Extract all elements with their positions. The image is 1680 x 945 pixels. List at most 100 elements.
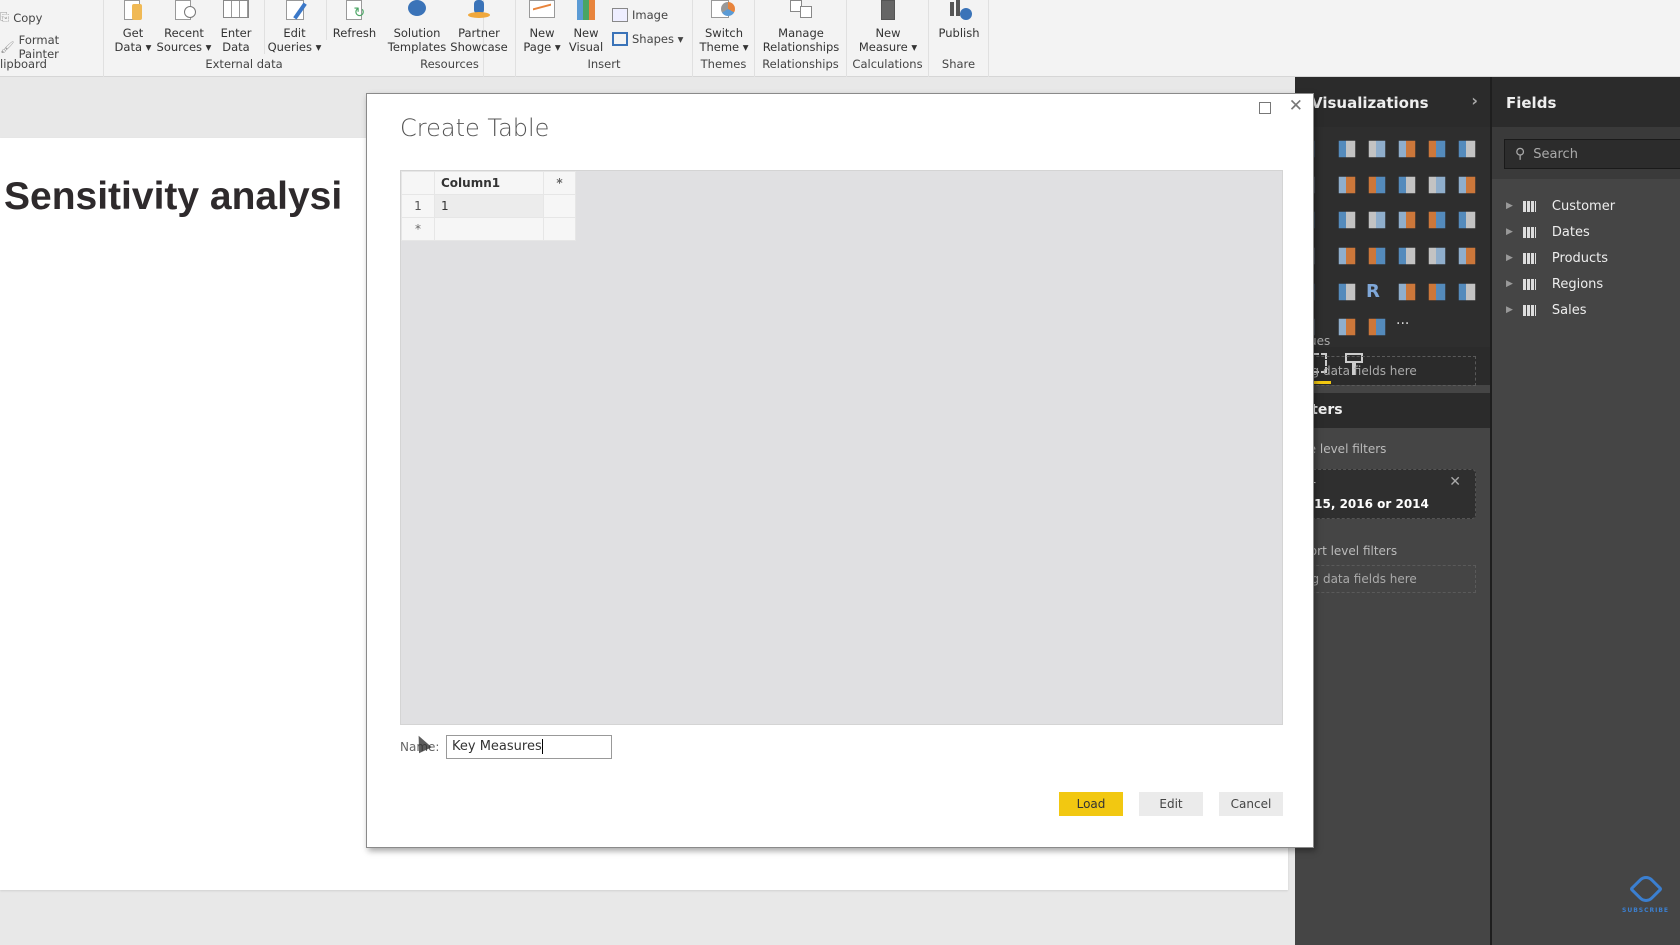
matrix2-icon[interactable]: [1458, 283, 1476, 300]
edit-button[interactable]: Edit: [1139, 792, 1203, 816]
more-icon[interactable]: ···: [1396, 316, 1418, 338]
get-data-button[interactable]: Get Data ▾: [108, 0, 158, 54]
insert-group-label: Insert: [587, 57, 621, 71]
new-measure-button[interactable]: New Measure ▾: [853, 0, 923, 54]
card-123-icon[interactable]: [1428, 247, 1446, 265]
external-data-group-label: External data: [205, 57, 283, 71]
stacked-area-icon[interactable]: [1368, 176, 1386, 193]
field-table-item[interactable]: ▶ Customer: [1492, 193, 1680, 219]
table-name-input[interactable]: Key Measures: [446, 735, 612, 759]
map-icon[interactable]: [1398, 212, 1416, 229]
new-page-button[interactable]: New Page ▾: [520, 0, 564, 54]
add-column-button[interactable]: *: [543, 171, 576, 195]
load-button[interactable]: Load: [1059, 792, 1123, 816]
refresh-icon: ↻: [340, 0, 370, 22]
format-painter-icon: 🖌: [0, 40, 15, 54]
new-visual-button[interactable]: New Visual: [564, 0, 608, 54]
themes-group: Switch Theme ▾ Themes: [693, 0, 755, 77]
edit-queries-button[interactable]: Edit Queries ▾: [264, 0, 324, 54]
multi-row-card-icon[interactable]: [1398, 247, 1416, 265]
solution-templates-button[interactable]: Solution Templates: [386, 0, 448, 54]
expand-caret-icon[interactable]: ▶: [1506, 305, 1513, 315]
publish-button[interactable]: Publish: [933, 0, 985, 40]
expand-caret-icon[interactable]: ▶: [1506, 253, 1513, 263]
report-filters-drop-zone[interactable]: Drag data fields here: [1295, 565, 1476, 593]
field-table-item[interactable]: ▶ Sales: [1492, 297, 1680, 323]
image-button[interactable]: Image: [612, 8, 668, 22]
shapes-button[interactable]: Shapes ▾: [612, 32, 683, 46]
values-drop-zone[interactable]: Drag data fields here: [1295, 356, 1476, 386]
refresh-button[interactable]: ↻ Refresh: [326, 0, 382, 40]
field-table-item[interactable]: ▶ Regions: [1492, 271, 1680, 297]
pie-chart-icon[interactable]: [1338, 212, 1356, 229]
globe-icon[interactable]: [1368, 319, 1386, 336]
table-icon: [221, 0, 251, 22]
matrix-icon[interactable]: [1458, 212, 1476, 229]
table-icon[interactable]: [1428, 212, 1446, 229]
expand-caret-icon[interactable]: ▶: [1506, 201, 1513, 211]
image-icon: [612, 8, 628, 22]
donut-icon[interactable]: [1338, 283, 1356, 300]
recent-sources-button[interactable]: Recent Sources ▾: [154, 0, 214, 54]
gauge-icon[interactable]: [1368, 247, 1386, 265]
area-chart-icon[interactable]: [1338, 176, 1356, 193]
expand-caret-icon[interactable]: ▶: [1506, 279, 1513, 289]
expand-caret-icon[interactable]: ▶: [1506, 227, 1513, 237]
clipboard-group: ⎘ Copy 🖌 Format Painter lipboard: [0, 0, 104, 77]
partner-icon: [464, 0, 494, 22]
search-placeholder: Search: [1533, 146, 1578, 162]
table-icon: [1522, 226, 1536, 238]
100-bar-icon[interactable]: [1428, 140, 1446, 158]
table-header-row: Column1 *: [401, 171, 576, 195]
table2-icon[interactable]: [1428, 283, 1446, 300]
cell-r1-c1[interactable]: 1: [434, 194, 544, 218]
new-row-cell[interactable]: [434, 217, 544, 241]
chevron-right-icon[interactable]: ›: [1471, 91, 1478, 110]
themes-group-label: Themes: [700, 57, 747, 71]
data-entry-table: Column1 * 1 1 *: [401, 171, 576, 241]
report-title[interactable]: Sensitivity analysi: [4, 175, 342, 219]
calculations-group-label: Calculations: [852, 57, 923, 71]
funnel-alt-icon[interactable]: [1338, 247, 1356, 265]
field-table-list: ▶ Customer ▶ Dates ▶ Products ▶ Regions ▶ Sales: [1492, 179, 1680, 323]
maximize-icon[interactable]: [1259, 102, 1271, 114]
close-icon[interactable]: ✕: [1289, 96, 1303, 116]
field-table-item[interactable]: ▶ Dates: [1492, 219, 1680, 245]
enter-data-button[interactable]: Enter Data: [212, 0, 260, 54]
visual-type-gallery: R ···: [1295, 127, 1490, 347]
switch-theme-button[interactable]: Switch Theme ▾: [697, 0, 751, 54]
line-column-icon[interactable]: [1398, 176, 1416, 193]
visualizations-header: Visualizations ›: [1295, 77, 1490, 127]
search-icon: ⚲: [1515, 146, 1526, 162]
stacked-column-icon[interactable]: [1338, 140, 1356, 158]
database-icon: [118, 0, 148, 22]
data-entry-grid[interactable]: Column1 * 1 1 *: [400, 170, 1283, 725]
field-table-item[interactable]: ▶ Products: [1492, 245, 1680, 271]
text-cursor: [541, 739, 543, 754]
remove-filter-icon[interactable]: ✕: [1449, 474, 1461, 490]
ribbon-chart-icon[interactable]: [1458, 176, 1476, 193]
column1-header[interactable]: Column1: [434, 171, 544, 195]
theme-icon: [709, 0, 739, 22]
100-column-icon[interactable]: [1458, 140, 1476, 158]
partner-showcase-button[interactable]: Partner Showcase: [448, 0, 510, 54]
card-icon[interactable]: [1338, 319, 1356, 336]
manage-relationships-button[interactable]: Manage Relationships: [757, 0, 845, 54]
clock-icon: [169, 0, 199, 22]
filled-map-icon[interactable]: [1398, 283, 1416, 300]
fields-search-box[interactable]: ⚲ Search: [1504, 139, 1680, 169]
kpi-icon[interactable]: [1458, 247, 1476, 265]
shapes-icon: [612, 32, 628, 46]
clustered-bar-icon[interactable]: [1368, 140, 1386, 158]
copy-button[interactable]: ⎘ Copy: [0, 10, 42, 25]
clustered-column-icon[interactable]: [1398, 140, 1416, 158]
cancel-button[interactable]: Cancel: [1219, 792, 1283, 816]
r-visual-icon[interactable]: R: [1366, 281, 1388, 303]
dna-icon: [1628, 872, 1663, 906]
treemap-icon[interactable]: [1368, 212, 1386, 229]
filter-card-year[interactable]: Year ✕ is 2015, 2016 or 2014: [1295, 469, 1476, 519]
line-clustered-icon[interactable]: [1428, 176, 1446, 193]
share-group: Publish Share: [929, 0, 989, 77]
bar-chart-icon: [571, 0, 601, 22]
copy-icon: ⎘: [0, 10, 10, 24]
